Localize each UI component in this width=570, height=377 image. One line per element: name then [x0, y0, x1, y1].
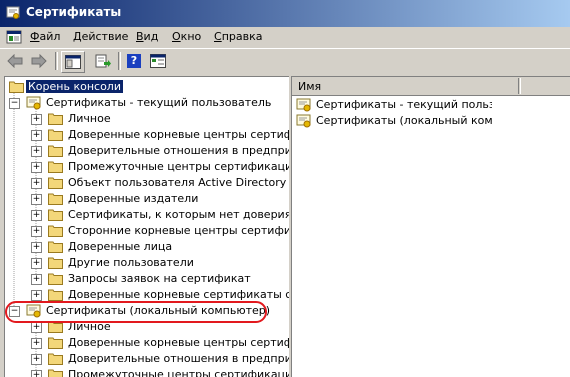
show-hide-tree-button[interactable]	[61, 51, 85, 73]
menu-window-label: кно	[180, 30, 202, 43]
menu-action[interactable]: Действие	[73, 30, 128, 43]
menu-view[interactable]: Вид	[136, 30, 158, 43]
tree-item-label: Объект пользователя Active Directory	[68, 176, 287, 189]
menu-view-mnemonic: В	[136, 30, 144, 43]
tree-item-label: Доверенные корневые сертификаты смарт-ка…	[68, 288, 289, 301]
certificate-app-icon	[6, 6, 20, 19]
tree-item-label: Доверительные отношения в предприятии	[68, 144, 289, 157]
folder-icon	[48, 177, 63, 189]
column-name-label: Имя	[298, 80, 322, 93]
tree-item-label: Промежуточные центры сертификации	[68, 160, 289, 173]
column-header-name[interactable]: Имя	[292, 77, 570, 96]
menu-view-label: ид	[143, 30, 159, 43]
tree-item-label: Сертификаты, к которым нет доверия	[68, 208, 289, 221]
expand-toggle[interactable]: +	[31, 146, 42, 157]
tree-node-label: Сертификаты - текущий пользователь	[46, 96, 272, 109]
folder-icon	[48, 289, 63, 301]
tree-item-label: Доверенные издатели	[68, 192, 199, 205]
export-list-button[interactable]	[92, 51, 114, 71]
toolbar-separator	[55, 52, 58, 70]
console-tree-pane[interactable]: Корень консоли − Сертификаты - текущий п…	[4, 76, 289, 377]
forward-button[interactable]	[28, 51, 50, 71]
tree-item-label: Доверенные корневые центры сертификации	[68, 336, 289, 349]
export-list-icon	[95, 54, 111, 68]
list-item-label: Сертификаты - текущий пользователь	[316, 98, 492, 111]
certificate-store-icon	[296, 114, 311, 128]
mmc-console-icon[interactable]	[6, 29, 22, 45]
folder-icon	[48, 241, 63, 253]
expand-toggle[interactable]: +	[31, 258, 42, 269]
tree-root-label: Корень консоли	[26, 80, 123, 93]
collapse-toggle[interactable]: −	[9, 98, 20, 109]
expand-toggle[interactable]: +	[31, 178, 42, 189]
folder-icon	[48, 145, 63, 157]
tree-item-label: Доверенные корневые центры сертификации	[68, 128, 289, 141]
folder-icon	[48, 161, 63, 173]
expand-toggle[interactable]: +	[31, 242, 42, 253]
certificate-store-icon	[296, 98, 311, 112]
folder-icon	[48, 209, 63, 221]
menu-help-label: правка	[221, 30, 263, 43]
expand-toggle[interactable]: +	[31, 114, 42, 125]
expand-toggle[interactable]: +	[31, 354, 42, 365]
folder-icon	[48, 225, 63, 237]
column-divider[interactable]	[518, 78, 521, 94]
menu-help-mnemonic: С	[214, 30, 222, 43]
expand-toggle[interactable]: +	[31, 290, 42, 301]
menu-action-label: ействие	[81, 30, 129, 43]
expand-toggle[interactable]: +	[31, 322, 42, 333]
menu-file-label: айл	[39, 30, 61, 43]
folder-icon	[48, 129, 63, 141]
properties-icon	[150, 54, 166, 68]
expand-toggle[interactable]: +	[31, 210, 42, 221]
window-title: Сертификаты	[26, 5, 122, 19]
folder-icon	[48, 273, 63, 285]
list-item[interactable]: Сертификаты - текущий пользователь	[296, 97, 492, 113]
menu-action-mnemonic: Д	[73, 30, 82, 43]
folder-open-icon	[9, 81, 24, 93]
tree-item-label: Другие пользователи	[68, 256, 194, 269]
expand-toggle[interactable]: +	[31, 338, 42, 349]
expand-toggle[interactable]: +	[31, 194, 42, 205]
folder-icon	[48, 353, 63, 365]
tree-item-label: Запросы заявок на сертификат	[68, 272, 251, 285]
tree-item-label: Доверенные лица	[68, 240, 173, 253]
tree-item-label: Сторонние корневые центры сертификации	[68, 224, 289, 237]
menu-file[interactable]: Файл	[30, 30, 60, 43]
folder-icon	[48, 193, 63, 205]
folder-icon	[48, 257, 63, 269]
title-bar[interactable]: Сертификаты	[0, 0, 570, 27]
folder-icon	[48, 113, 63, 125]
expand-toggle[interactable]: +	[31, 226, 42, 237]
toolbar-separator	[118, 52, 121, 70]
expand-toggle[interactable]: +	[31, 130, 42, 141]
folder-icon	[48, 337, 63, 349]
menu-help[interactable]: Справка	[214, 30, 262, 43]
back-arrow-icon	[7, 54, 23, 68]
expand-toggle[interactable]: +	[31, 162, 42, 173]
toolbar: ?	[0, 48, 570, 75]
tree-item-label: Доверительные отношения в предприятии	[68, 352, 289, 365]
back-button[interactable]	[4, 51, 26, 71]
list-item-label: Сертификаты (локальный компьютер)	[316, 114, 492, 127]
expand-toggle[interactable]: +	[31, 274, 42, 285]
console-tree-icon	[65, 55, 81, 69]
forward-arrow-icon	[31, 54, 47, 68]
help-button[interactable]: ?	[123, 51, 145, 71]
menu-bar: Файл Действие Вид Окно Справка	[0, 27, 570, 47]
help-icon: ?	[127, 54, 141, 68]
tree-item-label: Личное	[68, 112, 111, 125]
list-item[interactable]: Сертификаты (локальный компьютер)	[296, 113, 492, 129]
menu-window[interactable]: Окно	[172, 30, 201, 43]
properties-button[interactable]	[147, 51, 169, 71]
details-list-pane[interactable]: Имя Сертификаты - текущий пользователь С…	[291, 76, 570, 377]
highlight-annotation	[5, 301, 267, 323]
menu-window-mnemonic: О	[172, 30, 181, 43]
certificate-store-icon	[26, 96, 41, 110]
